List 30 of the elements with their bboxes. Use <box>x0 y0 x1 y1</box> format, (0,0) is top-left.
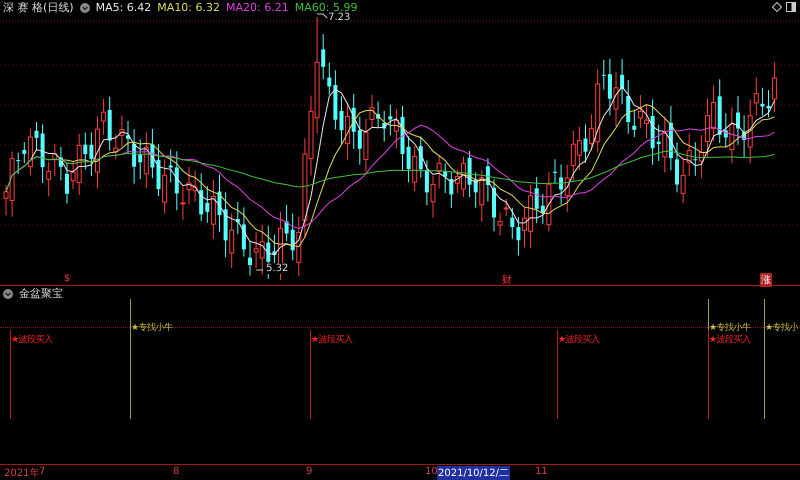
signal-label: ★专找小牛 <box>709 322 751 334</box>
window-icon[interactable] <box>786 2 796 12</box>
chart-title: 深 赛 格(日线) <box>3 0 74 15</box>
axis-label: 9 <box>305 466 314 477</box>
chart-marker: 涨 <box>760 273 772 287</box>
indicator-label: MA20: 6.21 <box>226 1 289 14</box>
indicator-label: MA10: 6.32 <box>157 1 220 14</box>
indicator-label: MA5: 6.42 <box>96 1 152 14</box>
signal-label: ★波段买入 <box>11 334 53 346</box>
indicator-title: 金盆聚宝 <box>19 286 63 301</box>
signal-label: ★波段买入 <box>311 334 353 346</box>
axis-label: 11 <box>534 466 549 477</box>
signal-label: ★波段买入 <box>558 334 600 346</box>
chevron-down-icon[interactable] <box>3 288 13 298</box>
diamond-icon[interactable] <box>772 2 782 12</box>
signal-label: ★专找小 <box>765 322 798 334</box>
chevron-down-icon[interactable] <box>80 2 90 12</box>
leader-line <box>316 14 328 18</box>
low-price-label: 5.32 <box>266 263 288 274</box>
axis-label: 2021/10/12/二 <box>437 466 510 480</box>
chart-marker: $ <box>64 273 70 284</box>
chart-marker: 财 <box>502 274 512 287</box>
indicator-label: MA60: 5.99 <box>294 1 358 14</box>
signal-label: ★波段买入 <box>709 334 751 346</box>
axis-label: 2021年 <box>3 467 40 480</box>
axis-label: 8 <box>172 466 180 477</box>
axis-label: 7 <box>39 466 46 477</box>
signal-label: ★专找小牛 <box>131 322 173 334</box>
axis-label: 10 <box>424 466 438 477</box>
high-price-label: 7.23 <box>328 12 350 23</box>
